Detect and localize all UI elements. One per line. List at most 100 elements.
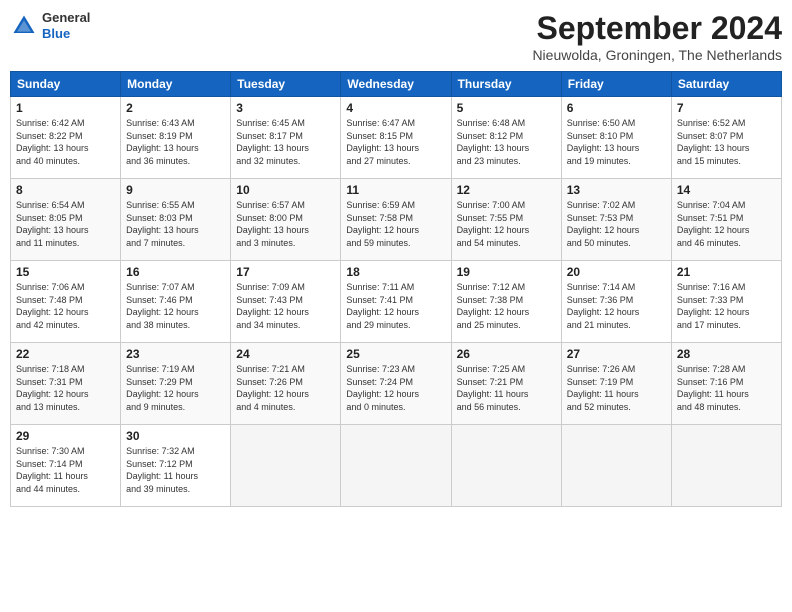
calendar-cell: 8 Sunrise: 6:54 AM Sunset: 8:05 PM Daylig… xyxy=(11,179,121,261)
weekday-header-thursday: Thursday xyxy=(451,72,561,97)
calendar-cell: 14Sunrise: 7:04 AM Sunset: 7:51 PM Dayli… xyxy=(671,179,781,261)
day-info: Sunrise: 7:30 AM Sunset: 7:14 PM Dayligh… xyxy=(16,445,115,495)
calendar-cell: 25 Sunrise: 7:23 AM Sunset: 7:24 PM Dayli… xyxy=(341,343,451,425)
day-info: Sunrise: 7:04 AM Sunset: 7:51 PM Dayligh… xyxy=(677,199,776,249)
logo-text: General Blue xyxy=(42,10,90,41)
page-header: General Blue September 2024 Nieuwolda, G… xyxy=(10,10,782,63)
day-number: 11 xyxy=(346,183,445,197)
calendar-cell: 5Sunrise: 6:48 AM Sunset: 8:12 PM Daylig… xyxy=(451,97,561,179)
day-number: 6 xyxy=(567,101,666,115)
day-info: Sunrise: 7:09 AM Sunset: 7:43 PM Dayligh… xyxy=(236,281,335,331)
day-number: 18 xyxy=(346,265,445,279)
day-info: Sunrise: 7:00 AM Sunset: 7:55 PM Dayligh… xyxy=(457,199,556,249)
day-info: Sunrise: 7:16 AM Sunset: 7:33 PM Dayligh… xyxy=(677,281,776,331)
month-title: September 2024 xyxy=(532,10,782,47)
day-number: 24 xyxy=(236,347,335,361)
day-info: Sunrise: 6:50 AM Sunset: 8:10 PM Dayligh… xyxy=(567,117,666,167)
calendar-cell: 4 Sunrise: 6:47 AM Sunset: 8:15 PM Daylig… xyxy=(341,97,451,179)
day-number: 16 xyxy=(126,265,225,279)
day-number: 26 xyxy=(457,347,556,361)
calendar-cell: 15 Sunrise: 7:06 AM Sunset: 7:48 PM Dayli… xyxy=(11,261,121,343)
calendar-cell: 27 Sunrise: 7:26 AM Sunset: 7:19 PM Dayli… xyxy=(561,343,671,425)
day-number: 20 xyxy=(567,265,666,279)
weekday-header-sunday: Sunday xyxy=(11,72,121,97)
day-number: 17 xyxy=(236,265,335,279)
weekday-header-wednesday: Wednesday xyxy=(341,72,451,97)
calendar-cell: 3 Sunrise: 6:45 AM Sunset: 8:17 PM Daylig… xyxy=(231,97,341,179)
day-info: Sunrise: 6:45 AM Sunset: 8:17 PM Dayligh… xyxy=(236,117,335,167)
weekday-header-friday: Friday xyxy=(561,72,671,97)
calendar-table: SundayMondayTuesdayWednesdayThursdayFrid… xyxy=(10,71,782,507)
calendar-cell xyxy=(341,425,451,507)
day-info: Sunrise: 7:23 AM Sunset: 7:24 PM Dayligh… xyxy=(346,363,445,413)
calendar-cell: 18 Sunrise: 7:11 AM Sunset: 7:41 PM Dayli… xyxy=(341,261,451,343)
calendar-cell xyxy=(231,425,341,507)
day-info: Sunrise: 6:42 AM Sunset: 8:22 PM Dayligh… xyxy=(16,117,115,167)
calendar-cell: 10 Sunrise: 6:57 AM Sunset: 8:00 PM Dayli… xyxy=(231,179,341,261)
calendar-cell: 7Sunrise: 6:52 AM Sunset: 8:07 PM Daylig… xyxy=(671,97,781,179)
day-info: Sunrise: 6:47 AM Sunset: 8:15 PM Dayligh… xyxy=(346,117,445,167)
day-info: Sunrise: 7:12 AM Sunset: 7:38 PM Dayligh… xyxy=(457,281,556,331)
day-number: 2 xyxy=(126,101,225,115)
day-info: Sunrise: 7:18 AM Sunset: 7:31 PM Dayligh… xyxy=(16,363,115,413)
day-info: Sunrise: 6:54 AM Sunset: 8:05 PM Dayligh… xyxy=(16,199,115,249)
calendar-cell: 20 Sunrise: 7:14 AM Sunset: 7:36 PM Dayli… xyxy=(561,261,671,343)
title-area: September 2024 Nieuwolda, Groningen, The… xyxy=(532,10,782,63)
day-info: Sunrise: 7:28 AM Sunset: 7:16 PM Dayligh… xyxy=(677,363,776,413)
day-info: Sunrise: 7:26 AM Sunset: 7:19 PM Dayligh… xyxy=(567,363,666,413)
logo-icon xyxy=(10,12,38,40)
weekday-header-saturday: Saturday xyxy=(671,72,781,97)
day-number: 4 xyxy=(346,101,445,115)
day-number: 21 xyxy=(677,265,776,279)
calendar-cell: 26 Sunrise: 7:25 AM Sunset: 7:21 PM Dayli… xyxy=(451,343,561,425)
day-info: Sunrise: 6:57 AM Sunset: 8:00 PM Dayligh… xyxy=(236,199,335,249)
calendar-cell: 1 Sunrise: 6:42 AM Sunset: 8:22 PM Daylig… xyxy=(11,97,121,179)
day-number: 3 xyxy=(236,101,335,115)
day-info: Sunrise: 7:06 AM Sunset: 7:48 PM Dayligh… xyxy=(16,281,115,331)
day-info: Sunrise: 6:59 AM Sunset: 7:58 PM Dayligh… xyxy=(346,199,445,249)
day-number: 8 xyxy=(16,183,115,197)
calendar-cell xyxy=(671,425,781,507)
logo: General Blue xyxy=(10,10,90,41)
day-info: Sunrise: 7:21 AM Sunset: 7:26 PM Dayligh… xyxy=(236,363,335,413)
day-info: Sunrise: 7:19 AM Sunset: 7:29 PM Dayligh… xyxy=(126,363,225,413)
day-number: 7 xyxy=(677,101,776,115)
calendar-cell xyxy=(561,425,671,507)
calendar-cell: 22 Sunrise: 7:18 AM Sunset: 7:31 PM Dayli… xyxy=(11,343,121,425)
day-number: 19 xyxy=(457,265,556,279)
weekday-header-monday: Monday xyxy=(121,72,231,97)
day-info: Sunrise: 7:32 AM Sunset: 7:12 PM Dayligh… xyxy=(126,445,225,495)
day-info: Sunrise: 7:02 AM Sunset: 7:53 PM Dayligh… xyxy=(567,199,666,249)
day-info: Sunrise: 7:07 AM Sunset: 7:46 PM Dayligh… xyxy=(126,281,225,331)
day-number: 1 xyxy=(16,101,115,115)
calendar-cell: 24 Sunrise: 7:21 AM Sunset: 7:26 PM Dayli… xyxy=(231,343,341,425)
location: Nieuwolda, Groningen, The Netherlands xyxy=(532,47,782,63)
day-number: 9 xyxy=(126,183,225,197)
day-number: 23 xyxy=(126,347,225,361)
day-number: 28 xyxy=(677,347,776,361)
calendar-cell: 30Sunrise: 7:32 AM Sunset: 7:12 PM Dayli… xyxy=(121,425,231,507)
calendar-cell xyxy=(451,425,561,507)
calendar-cell: 12 Sunrise: 7:00 AM Sunset: 7:55 PM Dayli… xyxy=(451,179,561,261)
day-number: 25 xyxy=(346,347,445,361)
day-number: 22 xyxy=(16,347,115,361)
calendar-cell: 17 Sunrise: 7:09 AM Sunset: 7:43 PM Dayli… xyxy=(231,261,341,343)
day-info: Sunrise: 7:11 AM Sunset: 7:41 PM Dayligh… xyxy=(346,281,445,331)
calendar-cell: 29Sunrise: 7:30 AM Sunset: 7:14 PM Dayli… xyxy=(11,425,121,507)
day-number: 5 xyxy=(457,101,556,115)
calendar-cell: 23 Sunrise: 7:19 AM Sunset: 7:29 PM Dayli… xyxy=(121,343,231,425)
day-info: Sunrise: 6:55 AM Sunset: 8:03 PM Dayligh… xyxy=(126,199,225,249)
day-number: 12 xyxy=(457,183,556,197)
weekday-header-tuesday: Tuesday xyxy=(231,72,341,97)
day-number: 15 xyxy=(16,265,115,279)
calendar-cell: 16 Sunrise: 7:07 AM Sunset: 7:46 PM Dayli… xyxy=(121,261,231,343)
day-info: Sunrise: 6:43 AM Sunset: 8:19 PM Dayligh… xyxy=(126,117,225,167)
calendar-cell: 6 Sunrise: 6:50 AM Sunset: 8:10 PM Daylig… xyxy=(561,97,671,179)
day-number: 27 xyxy=(567,347,666,361)
day-number: 13 xyxy=(567,183,666,197)
day-info: Sunrise: 7:25 AM Sunset: 7:21 PM Dayligh… xyxy=(457,363,556,413)
calendar-cell: 21 Sunrise: 7:16 AM Sunset: 7:33 PM Dayli… xyxy=(671,261,781,343)
calendar-cell: 19 Sunrise: 7:12 AM Sunset: 7:38 PM Dayli… xyxy=(451,261,561,343)
day-number: 10 xyxy=(236,183,335,197)
day-info: Sunrise: 7:14 AM Sunset: 7:36 PM Dayligh… xyxy=(567,281,666,331)
